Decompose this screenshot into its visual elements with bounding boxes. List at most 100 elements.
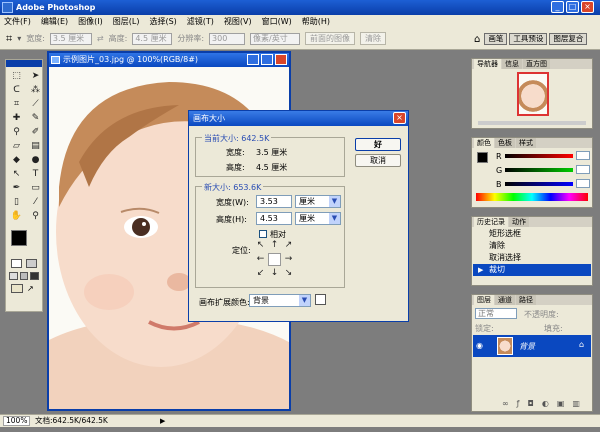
menu-layer[interactable]: 图层(L) [113,16,140,27]
toolbox-header[interactable] [6,60,42,67]
new-adjustment-icon[interactable]: ◐ [542,399,549,408]
canvas-extension-color-select[interactable]: 背景 ▼ [249,294,311,307]
menu-select[interactable]: 选择(S) [149,16,176,27]
channel-b-input[interactable] [576,179,590,188]
dialog-close-button[interactable]: × [393,112,406,124]
tab-tool-presets[interactable]: 工具预设 [509,33,548,45]
tab-info[interactable]: 信息 [502,59,522,69]
screen-mode-standard-icon[interactable] [9,272,18,280]
color-foreground-swatch[interactable] [477,152,488,163]
menu-help[interactable]: 帮助(H) [302,16,330,27]
lasso-tool-icon[interactable]: ᑕ [9,84,24,96]
new-layer-icon[interactable]: ▣ [557,399,565,408]
shape-tool-icon[interactable]: ▭ [28,182,43,194]
quick-mask-icon[interactable] [26,259,37,268]
blur-tool-icon[interactable]: ◆ [9,154,24,166]
foreground-color-swatch[interactable] [11,230,27,246]
mask-icon[interactable]: ◘ [528,399,534,408]
front-image-button[interactable]: 前面的图像 [305,32,356,45]
channel-b-slider[interactable] [505,182,573,186]
palette-well-icon[interactable]: ⌂ [474,34,480,45]
clone-stamp-tool-icon[interactable]: ⚲ [9,126,24,138]
notes-tool-icon[interactable]: ▯ [9,196,24,208]
history-brush-tool-icon[interactable]: ✐ [28,126,43,138]
tab-swatches[interactable]: 色板 [495,138,515,148]
tab-brushes[interactable]: 画笔 [484,33,508,45]
new-width-unit-select[interactable]: 厘米 ▼ [295,195,341,208]
pen-tool-icon[interactable]: ✒ [9,182,24,194]
anchor-center[interactable] [268,253,281,266]
brush-tool-icon[interactable]: ✎ [28,112,43,124]
tab-histogram[interactable]: 直方图 [523,59,550,69]
anchor-ne-icon[interactable]: ↗ [282,239,295,252]
type-tool-icon[interactable]: T [28,168,43,180]
tab-layer-comps[interactable]: 图层复合 [549,33,588,45]
crop-tool-icon[interactable]: ⌗ [6,32,12,46]
eraser-tool-icon[interactable]: ▱ [9,140,24,152]
resolution-unit-select[interactable]: 像素/英寸 [250,32,301,45]
resolution-field[interactable]: 300 [209,32,246,45]
menu-window[interactable]: 窗口(W) [262,16,292,27]
tab-navigator[interactable]: 导航器 [474,59,501,69]
menu-edit[interactable]: 编辑(E) [41,16,68,27]
jump-to-icon[interactable]: ↗ [27,284,34,293]
tool-preset-dropdown-icon[interactable]: ▾ [17,34,21,43]
extension-color-swatch[interactable] [315,294,326,305]
doc-maximize-button[interactable] [261,54,273,65]
eye-icon[interactable]: ◉ [476,341,483,350]
imageready-jump-icon[interactable] [11,284,23,293]
new-height-input[interactable]: 4.53 [256,212,292,225]
tab-paths[interactable]: 路径 [516,295,536,305]
path-selection-tool-icon[interactable]: ↖ [9,168,24,180]
magic-wand-tool-icon[interactable]: ⁂ [28,84,43,96]
tab-history[interactable]: 历史记录 [474,217,508,227]
channel-r-slider[interactable] [505,154,573,158]
menu-view[interactable]: 视图(V) [224,16,252,27]
history-item[interactable]: 清除 [473,240,591,252]
zoom-field[interactable]: 100% [3,416,30,426]
close-button[interactable]: × [581,1,594,13]
trash-icon[interactable]: ▥ [572,399,580,408]
history-item[interactable]: 取消选择 [473,252,591,264]
clear-button[interactable]: 清除 [360,32,387,45]
minimize-button[interactable]: _ [551,1,564,13]
cancel-button[interactable]: 取消 [355,154,401,167]
width-field[interactable]: 3.5 厘米 [49,32,92,45]
navigator-thumbnail[interactable] [517,72,549,116]
new-width-input[interactable]: 3.53 [256,195,292,208]
ok-button[interactable]: 好 [355,138,401,151]
dialog-title-bar[interactable]: 画布大小 × [189,111,408,126]
layer-row-background[interactable]: ◉ 背景 ⌂ [473,335,591,357]
link-icon[interactable]: ∞ [502,399,509,408]
tab-channels[interactable]: 通道 [495,295,515,305]
zoom-tool-icon[interactable]: ⚲ [28,210,43,222]
tab-styles[interactable]: 样式 [516,138,536,148]
color-spectrum-bar[interactable] [476,193,588,201]
eyedropper-tool-icon[interactable]: ⁄ [28,196,43,208]
status-menu-arrow-icon[interactable]: ▶ [160,415,165,427]
menu-filter[interactable]: 滤镜(T) [187,16,214,27]
crop-tool-icon[interactable]: ⌗ [9,98,24,110]
document-title-bar[interactable]: 示例图片_03.jpg @ 100%(RGB/8#) [49,53,289,67]
healing-brush-tool-icon[interactable]: ✚ [9,112,24,124]
anchor-sw-icon[interactable]: ↙ [254,267,267,280]
screen-mode-full-menu-icon[interactable] [19,272,29,280]
history-item-selected[interactable]: 裁切 [473,264,591,276]
doc-close-button[interactable] [275,54,287,65]
tab-color[interactable]: 颜色 [474,138,494,148]
menu-file[interactable]: 文件(F) [4,16,31,27]
channel-g-slider[interactable] [505,168,573,172]
relative-checkbox[interactable] [259,230,267,238]
dodge-tool-icon[interactable]: ● [28,154,43,166]
height-field[interactable]: 4.5 厘米 [132,32,173,45]
layer-style-icon[interactable]: ƒ [517,399,520,408]
channel-g-input[interactable] [576,165,590,174]
tab-layers[interactable]: 图层 [474,295,494,305]
anchor-w-icon[interactable]: ← [254,253,267,266]
blend-mode-select[interactable]: 正常 [475,308,517,319]
anchor-se-icon[interactable]: ↘ [282,267,295,280]
marquee-tool-icon[interactable]: ⬚ [9,70,24,82]
maximize-button[interactable]: □ [566,1,579,13]
navigator-zoom-slider[interactable] [478,121,586,125]
channel-r-input[interactable] [576,151,590,160]
